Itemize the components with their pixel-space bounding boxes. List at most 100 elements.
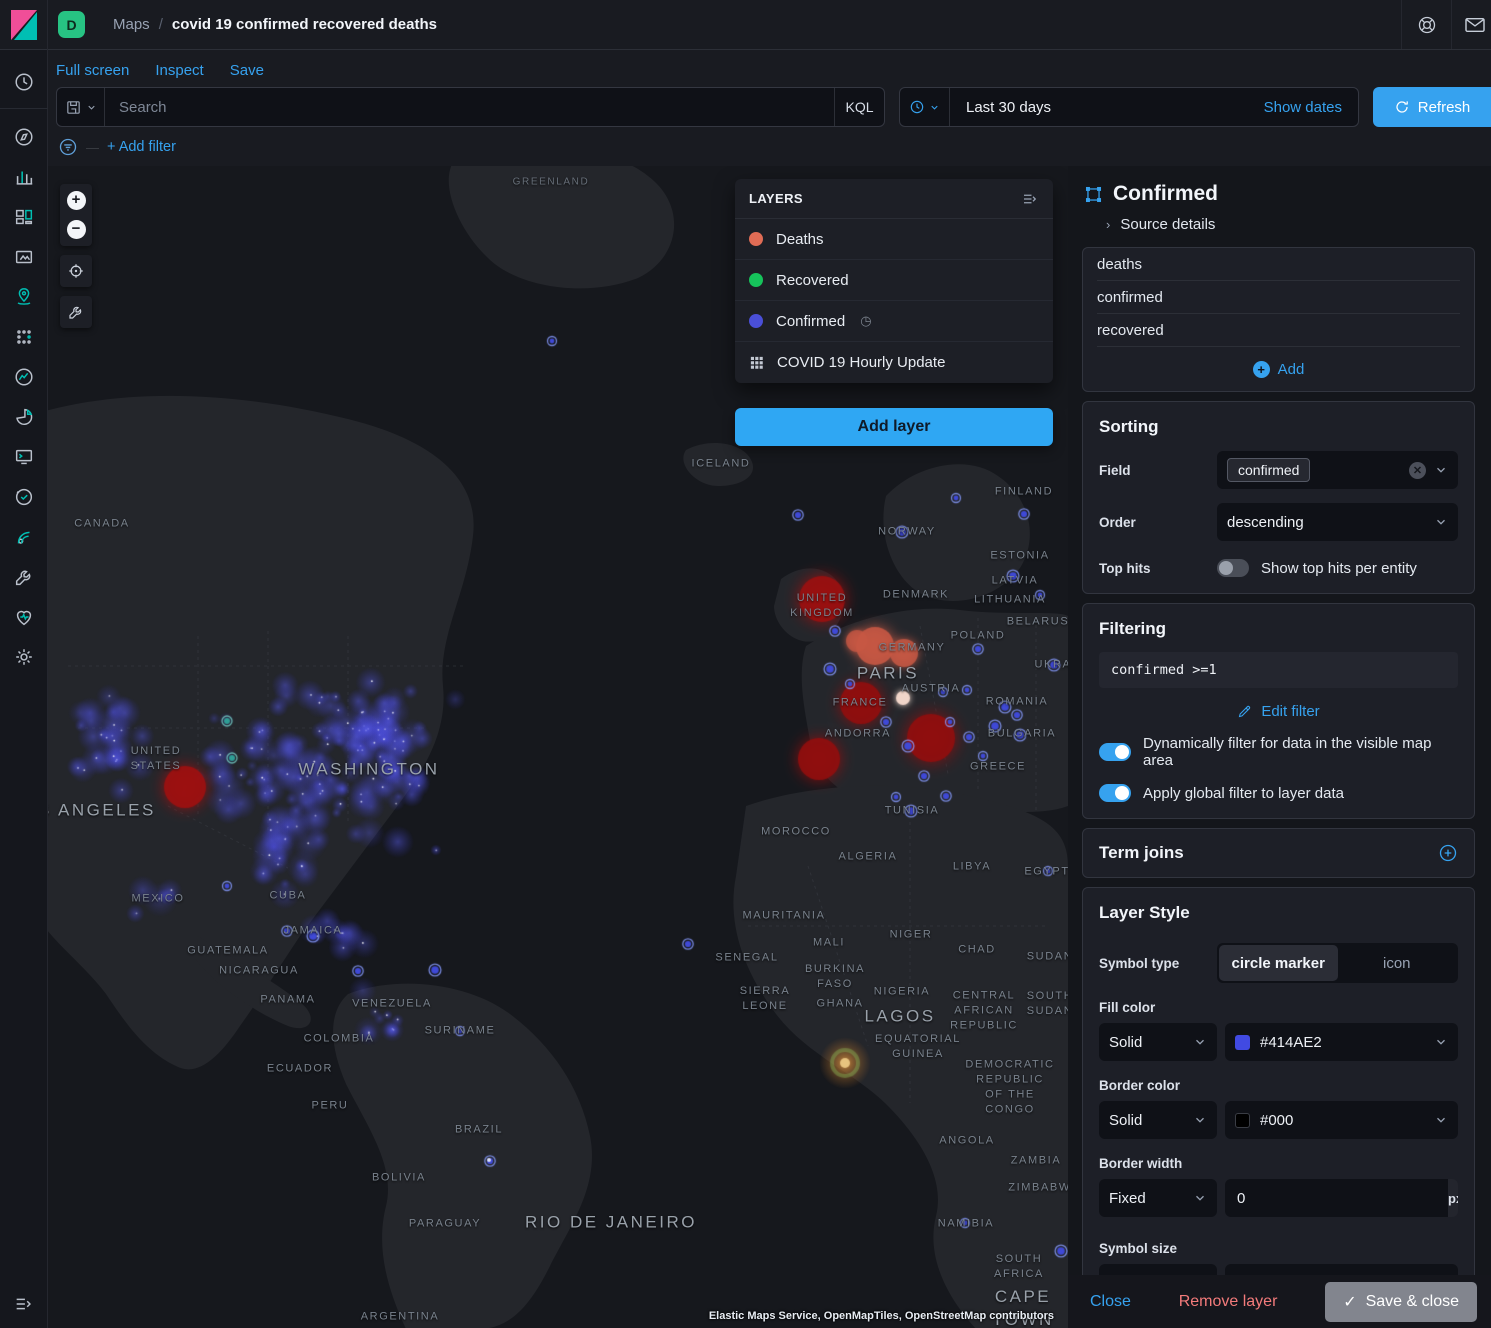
field-row-confirmed[interactable]: confirmed [1097, 281, 1460, 314]
help-icon[interactable] [1401, 0, 1451, 49]
border-width-mode-select[interactable]: Fixed [1099, 1179, 1217, 1217]
layer-row-confirmed[interactable]: Confirmed◷ [735, 301, 1053, 342]
add-filter-link[interactable]: + Add filter [107, 139, 176, 155]
layer-style-title: Layer Style [1099, 903, 1458, 923]
filter-bar: — + Add filter [48, 128, 1491, 166]
kibana-logo[interactable] [0, 0, 48, 50]
time-picker-clock-button[interactable] [900, 88, 950, 126]
chevron-down-icon [86, 102, 97, 113]
zoom-out-button[interactable]: − [67, 220, 86, 239]
border-color-mode-select[interactable]: Solid [1099, 1101, 1217, 1139]
remove-layer-button[interactable]: Remove layer [1179, 1293, 1278, 1311]
top-hits-toggle-label: Show top hits per entity [1261, 560, 1417, 577]
collapse-nav-icon[interactable] [0, 1284, 48, 1324]
save-and-close-button[interactable]: ✓ Save & close [1325, 1282, 1477, 1322]
add-layer-button[interactable]: Add layer [735, 408, 1053, 446]
sort-field-label: Field [1099, 463, 1217, 478]
sidebar-divider [0, 108, 48, 109]
sort-order-select[interactable]: descending [1217, 503, 1458, 541]
pencil-icon [1237, 704, 1252, 719]
fit-to-data-button[interactable] [60, 255, 92, 287]
plus-icon: + [1253, 361, 1270, 378]
sort-field-combobox[interactable]: confirmed ✕ [1217, 451, 1458, 489]
layer-color-dot [749, 314, 763, 328]
breadcrumb: Maps / covid 19 confirmed recovered deat… [113, 16, 437, 33]
inspect-link[interactable]: Inspect [155, 62, 203, 79]
top-header: D Maps / covid 19 confirmed recovered de… [0, 0, 1491, 50]
source-details-toggle[interactable]: › Source details [1106, 216, 1473, 233]
map-tools-button[interactable] [60, 296, 92, 328]
siem-icon[interactable] [0, 397, 48, 437]
space-badge[interactable]: D [58, 11, 85, 38]
filter-icon[interactable] [58, 137, 78, 157]
save-link[interactable]: Save [230, 62, 264, 79]
field-row-recovered[interactable]: recovered [1097, 314, 1460, 347]
monitoring-icon[interactable] [0, 597, 48, 637]
layers-panel-header: LAYERS [735, 179, 1053, 219]
top-hits-label: Top hits [1099, 561, 1217, 576]
recently-viewed-icon[interactable] [0, 62, 48, 102]
filter-dash: — [86, 140, 99, 155]
edit-filter-button[interactable]: Edit filter [1099, 703, 1458, 720]
vector-layer-icon [1084, 185, 1103, 204]
fill-color-mode-select[interactable]: Solid [1099, 1023, 1217, 1061]
kql-button[interactable]: KQL [834, 88, 884, 126]
map-canvas-area[interactable]: GREENLANDCANADAICELANDFINLANDNORWAYESTON… [48, 166, 1068, 1328]
term-joins-card: Term joins [1082, 828, 1475, 878]
zoom-in-button[interactable]: + [67, 191, 86, 210]
border-color-picker[interactable]: #000 [1225, 1101, 1458, 1139]
sorting-card: Sorting Field confirmed ✕ [1082, 401, 1475, 594]
time-range-value[interactable]: Last 30 days [950, 99, 1051, 116]
map-attribution: Elastic Maps Service, OpenMapTiles, Open… [709, 1310, 1054, 1322]
filter-query: confirmed >=1 [1099, 652, 1458, 688]
add-field-button[interactable]: + Add [1097, 347, 1460, 391]
dynamic-filter-toggle[interactable] [1099, 743, 1131, 761]
fill-color-swatch [1235, 1035, 1250, 1050]
apm-icon[interactable] [0, 517, 48, 557]
fill-color-picker[interactable]: #414AE2 [1225, 1023, 1458, 1061]
discover-icon[interactable] [0, 117, 48, 157]
console-icon[interactable] [0, 437, 48, 477]
search-input[interactable] [105, 99, 834, 116]
refresh-button[interactable]: Refresh [1373, 87, 1491, 127]
maps-icon[interactable] [0, 277, 48, 317]
dashboard-icon[interactable] [0, 197, 48, 237]
symbol-size-mode-select[interactable] [1099, 1264, 1217, 1275]
add-term-join-icon[interactable] [1438, 843, 1458, 863]
layer-row-recovered[interactable]: Recovered [735, 260, 1053, 301]
close-button[interactable]: Close [1090, 1293, 1131, 1311]
mail-icon[interactable] [1451, 0, 1491, 49]
graph-icon[interactable] [0, 357, 48, 397]
layer-row-covid-19-hourly-update[interactable]: COVID 19 Hourly Update [735, 342, 1053, 383]
field-row-deaths[interactable]: deaths [1097, 248, 1460, 281]
layer-row-deaths[interactable]: Deaths [735, 219, 1053, 260]
grid-layer-icon [749, 355, 764, 370]
machine-learning-icon[interactable] [0, 317, 48, 357]
layer-color-dot [749, 273, 763, 287]
dynamic-filter-label: Dynamically filter for data in the visib… [1143, 735, 1458, 769]
full-screen-link[interactable]: Full screen [56, 62, 129, 79]
layer-pending-icon: ◷ [860, 313, 871, 329]
uptime-icon[interactable] [0, 477, 48, 517]
dev-tools-icon[interactable] [0, 557, 48, 597]
border-width-label: Border width [1099, 1156, 1458, 1171]
breadcrumb-maps[interactable]: Maps [113, 16, 150, 33]
canvas-icon[interactable] [0, 237, 48, 277]
map-controls: + − [60, 184, 92, 328]
management-icon[interactable] [0, 637, 48, 677]
show-dates-link[interactable]: Show dates [1264, 99, 1358, 116]
clear-field-icon[interactable]: ✕ [1409, 462, 1426, 479]
refresh-icon [1394, 99, 1410, 115]
border-width-input[interactable] [1225, 1179, 1448, 1217]
symbol-type-icon[interactable]: icon [1338, 945, 1457, 981]
symbol-type-group: circle marker icon [1217, 943, 1458, 983]
symbol-type-circle-marker[interactable]: circle marker [1219, 945, 1338, 981]
collapse-layers-icon[interactable] [1021, 190, 1039, 208]
global-filter-toggle[interactable] [1099, 784, 1131, 802]
top-hits-toggle[interactable] [1217, 559, 1249, 577]
saved-query-button[interactable] [57, 88, 105, 126]
symbol-size-control[interactable] [1225, 1264, 1458, 1275]
layers-panel: LAYERS DeathsRecoveredConfirmed◷COVID 19… [735, 179, 1053, 383]
visualize-icon[interactable] [0, 157, 48, 197]
chevron-down-icon [929, 102, 940, 113]
